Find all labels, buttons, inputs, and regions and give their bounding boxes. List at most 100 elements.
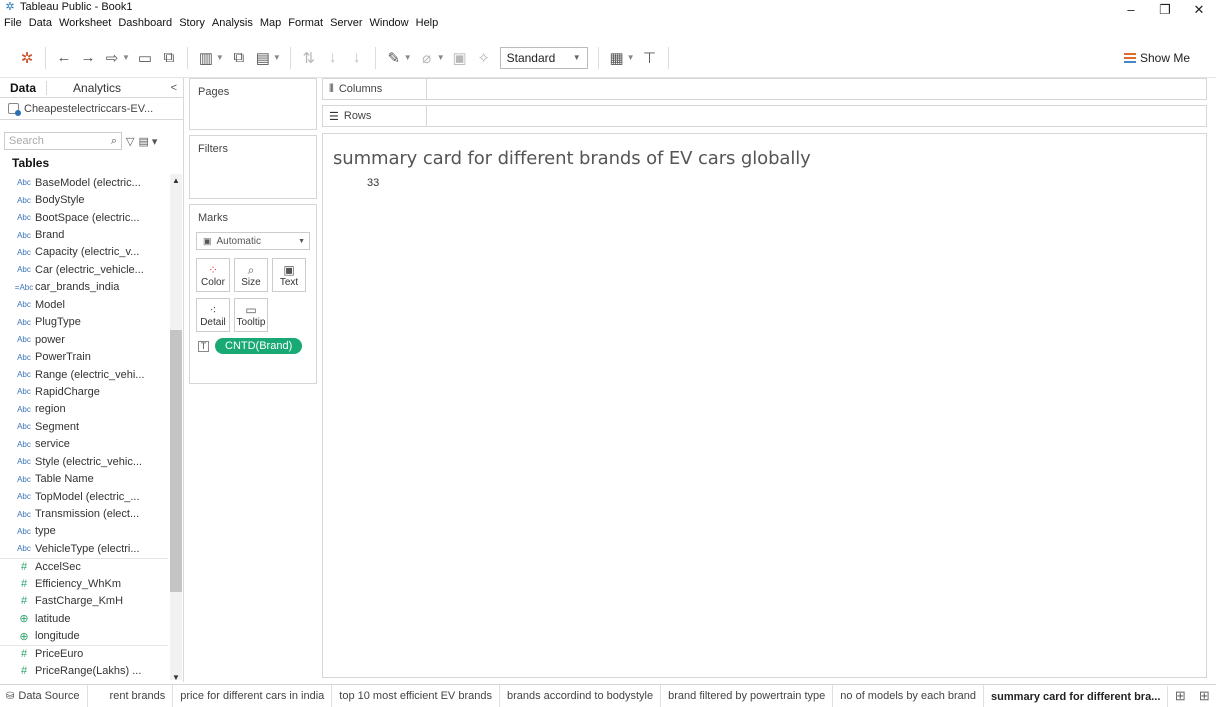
save-icon[interactable]: ▭ (136, 49, 154, 67)
size-button[interactable]: ⌕ Size (234, 258, 268, 292)
field-item[interactable]: ⊕ latitude (0, 610, 168, 627)
menu-format[interactable]: Format (288, 17, 323, 29)
field-item[interactable]: Abc service (0, 436, 168, 453)
sheet-tab[interactable]: rent brands (88, 684, 174, 707)
show-mark-labels-icon[interactable]: ▣ (451, 49, 469, 67)
restore-button[interactable]: ❐ (1148, 2, 1182, 18)
field-item[interactable]: ⊕ longitude (0, 627, 168, 644)
field-item[interactable]: # PriceEuro (0, 644, 168, 662)
pages-card[interactable]: Pages (189, 78, 317, 130)
new-dashboard-icon[interactable]: ⊞ (1192, 688, 1216, 704)
sort-descending-icon[interactable]: ↓ (348, 49, 366, 67)
data-source-tab[interactable]: ⛁ Data Source (0, 684, 88, 707)
duplicate-sheet-icon[interactable]: ⧉ (230, 49, 248, 67)
field-item[interactable]: Abc Model (0, 296, 168, 313)
menu-map[interactable]: Map (260, 17, 281, 29)
menu-dashboard[interactable]: Dashboard (118, 17, 172, 29)
scrollbar-thumb[interactable] (170, 330, 182, 592)
field-item[interactable]: # Efficiency_WhKm (0, 575, 168, 592)
sheet-tab[interactable]: no of models by each brand (833, 684, 985, 707)
detail-button[interactable]: ⁖ Detail (196, 298, 230, 332)
new-data-source-icon[interactable]: ⧉ (160, 49, 178, 67)
undo-icon[interactable]: ← (55, 49, 73, 67)
field-item[interactable]: Abc Capacity (electric_v... (0, 244, 168, 261)
tab-analytics[interactable]: Analytics (46, 80, 131, 95)
fit-dropdown[interactable]: Standard ▼ (499, 46, 588, 69)
filter-icon[interactable]: ▽ (126, 135, 134, 148)
data-source-item[interactable]: Cheapestelectriccars-EV... (0, 98, 183, 120)
new-worksheet-icon[interactable]: ▥ (197, 49, 215, 67)
field-item[interactable]: Abc BodyStyle (0, 191, 168, 208)
redo-icon[interactable]: → (79, 49, 97, 67)
fix-axes-icon[interactable]: ✧ (475, 49, 493, 67)
minimize-button[interactable]: – (1114, 2, 1148, 18)
show-me-button[interactable]: Show Me (1123, 51, 1190, 65)
group-members-icon[interactable]: ⌀ (418, 49, 436, 67)
chevron-down-icon[interactable]: ▼ (437, 53, 445, 62)
field-item[interactable]: Abc PlugType (0, 314, 168, 331)
field-item[interactable]: Abc TopModel (electric_... (0, 488, 168, 505)
menu-window[interactable]: Window (370, 17, 409, 29)
menu-analysis[interactable]: Analysis (212, 17, 253, 29)
scroll-up-icon[interactable]: ▲ (170, 176, 182, 185)
view-options-icon[interactable]: ▤ ▾ (138, 135, 157, 148)
field-list-scrollbar[interactable]: ▲ ▼ (170, 174, 182, 682)
tooltip-button[interactable]: ▭ Tooltip (234, 298, 268, 332)
field-item[interactable]: # FastCharge_KmH (0, 593, 168, 610)
show-cards-icon[interactable]: ▦ (608, 49, 626, 67)
field-item[interactable]: Abc Table Name (0, 470, 168, 487)
field-item[interactable]: # PriceRange(Lakhs) ... (0, 662, 168, 679)
chevron-down-icon[interactable]: ▼ (273, 53, 281, 62)
text-button[interactable]: ▣ Text (272, 258, 306, 292)
field-item[interactable]: Abc PowerTrain (0, 348, 168, 365)
scroll-down-icon[interactable]: ▼ (170, 673, 182, 682)
field-item[interactable]: Abc Transmission (elect... (0, 505, 168, 522)
clear-sheet-icon[interactable]: ▤ (254, 49, 272, 67)
menu-server[interactable]: Server (330, 17, 362, 29)
sheet-tab-active[interactable]: summary card for different bra... (984, 684, 1169, 707)
field-item[interactable]: Abc Brand (0, 226, 168, 243)
search-input[interactable]: Search ⌕ (4, 132, 122, 150)
presentation-mode-icon[interactable]: ⊤ (641, 49, 659, 67)
field-item[interactable]: Abc BootSpace (electric... (0, 209, 168, 226)
filters-card[interactable]: Filters (189, 135, 317, 199)
highlight-icon[interactable]: ✎ (385, 49, 403, 67)
menu-story[interactable]: Story (179, 17, 205, 29)
sort-ascending-icon[interactable]: ↓ (324, 49, 342, 67)
menu-file[interactable]: File (4, 17, 22, 29)
field-item[interactable]: Abc region (0, 401, 168, 418)
cntd-brand-pill[interactable]: CNTD(Brand) (215, 338, 303, 354)
color-button[interactable]: ⁘ Color (196, 258, 230, 292)
tab-data[interactable]: Data (0, 81, 46, 95)
sheet-tab[interactable]: brand filtered by powertrain type (661, 684, 834, 707)
field-item[interactable]: Abc Car (electric_vehicle... (0, 261, 168, 278)
close-button[interactable]: ✕ (1182, 2, 1216, 18)
sheet-tab[interactable]: price for different cars in india (173, 684, 333, 707)
field-item[interactable]: Abc Segment (0, 418, 168, 435)
field-item[interactable]: Abc power (0, 331, 168, 348)
chevron-down-icon[interactable]: ▼ (122, 53, 130, 62)
chevron-down-icon[interactable]: ▼ (216, 53, 224, 62)
rows-shelf[interactable]: ☰ Rows (322, 105, 1207, 127)
cntd-brand-value[interactable]: 33 (367, 177, 379, 189)
sheet-tab[interactable]: top 10 most efficient EV brands (332, 684, 500, 707)
menu-help[interactable]: Help (416, 17, 439, 29)
view-canvas[interactable]: summary card for different brands of EV … (322, 133, 1207, 678)
menu-worksheet[interactable]: Worksheet (59, 17, 111, 29)
menu-data[interactable]: Data (29, 17, 52, 29)
field-item[interactable]: Abc VehicleType (electri... (0, 540, 168, 557)
swap-rows-columns-icon[interactable]: ⇅ (300, 49, 318, 67)
field-item[interactable]: # AccelSec (0, 557, 168, 575)
field-item[interactable]: Abc BaseModel (electric... (0, 174, 168, 191)
new-worksheet-icon[interactable]: ⊞ (1168, 688, 1192, 704)
tableau-home-icon[interactable]: ✲ (18, 49, 36, 67)
field-item[interactable]: Abc type (0, 523, 168, 540)
chevron-down-icon[interactable]: ▼ (627, 53, 635, 62)
collapse-pane-icon[interactable]: < (171, 82, 177, 94)
field-item[interactable]: =Abc car_brands_india (0, 279, 168, 296)
mark-type-dropdown[interactable]: ▣ Automatic ▼ (196, 232, 310, 250)
chevron-down-icon[interactable]: ▼ (404, 53, 412, 62)
field-item[interactable]: Abc RapidCharge (0, 383, 168, 400)
columns-shelf[interactable]: ⦀ Columns (322, 78, 1207, 100)
sheet-tab[interactable]: brands accordind to bodystyle (500, 684, 662, 707)
